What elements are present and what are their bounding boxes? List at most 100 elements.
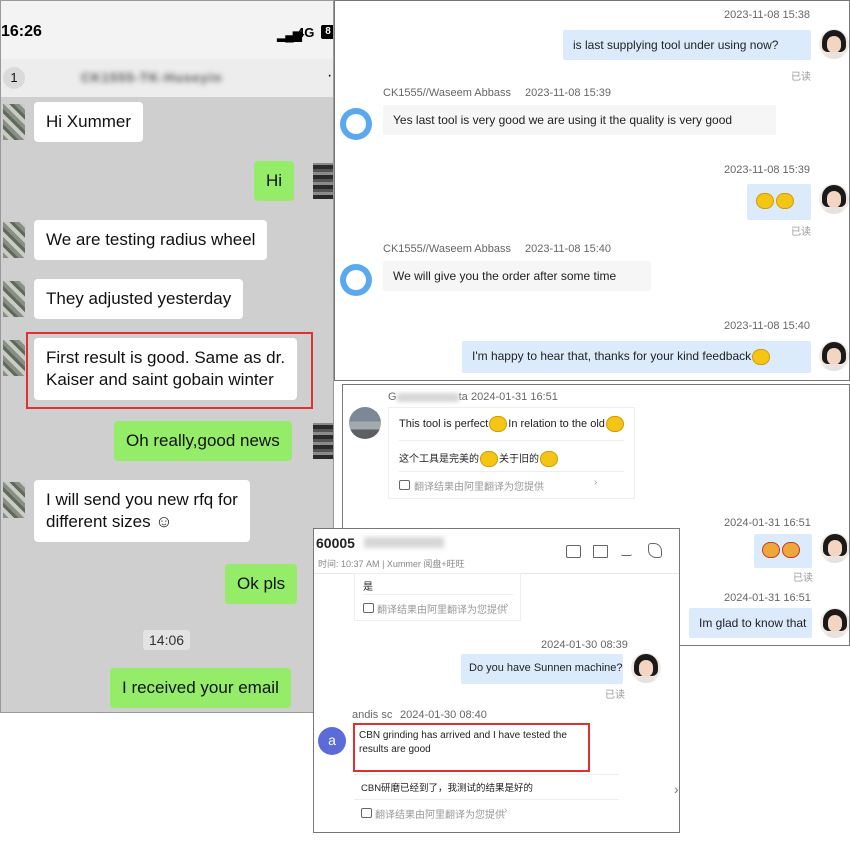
sender-name: CK1555//Waseem Abbass bbox=[383, 87, 511, 99]
user-avatar bbox=[819, 29, 849, 59]
message-time: 2024-01-30 08:40 bbox=[400, 709, 487, 721]
laugh-emoji-icon bbox=[762, 542, 780, 558]
message-incoming-card: This tool is perfect In relation to the o… bbox=[388, 407, 635, 499]
my-avatar bbox=[313, 163, 333, 199]
message-outgoing: is last supplying tool under using now? bbox=[563, 30, 811, 60]
message-text: This tool is perfect bbox=[399, 417, 489, 430]
edit-icon[interactable] bbox=[593, 545, 608, 558]
chat-title: 60005 bbox=[316, 535, 355, 551]
message-line: results are good bbox=[359, 744, 431, 755]
message-zh: CBN研磨已经到了，我测试的结果是好的 bbox=[361, 783, 534, 794]
message-time: 2023-11-08 15:39 bbox=[525, 87, 612, 99]
message-time: 2023-11-08 15:40 bbox=[724, 320, 811, 332]
message-time: 2023-11-08 15:40 bbox=[525, 243, 612, 255]
user-avatar bbox=[820, 608, 849, 638]
message-zh: 这个工具是完美的 关于旧的 bbox=[399, 450, 559, 468]
search-list-icon[interactable] bbox=[621, 546, 632, 556]
translate-arrow-icon[interactable]: › bbox=[504, 805, 507, 816]
divider bbox=[363, 594, 513, 595]
user-avatar bbox=[631, 653, 661, 683]
sender-name: CK1555//Waseem Abbass bbox=[383, 243, 511, 255]
message-text: 关于旧的 bbox=[499, 454, 539, 465]
phone-call-icon[interactable] bbox=[648, 543, 662, 558]
divider bbox=[399, 471, 624, 472]
divider bbox=[354, 799, 619, 800]
message-incoming: Hi Xummer bbox=[34, 102, 144, 142]
translate-icon bbox=[399, 480, 410, 490]
user-avatar bbox=[819, 184, 849, 214]
contact-avatar bbox=[3, 281, 25, 317]
contact-avatar bbox=[3, 104, 25, 140]
message-incoming: CBN grinding has arrived and I have test… bbox=[359, 729, 567, 757]
blurred-name bbox=[364, 537, 444, 548]
thumbs-up-emoji-icon bbox=[540, 451, 558, 468]
translate-icon bbox=[361, 808, 372, 818]
time-divider: 14:06 bbox=[143, 630, 191, 650]
message-line: First result is good. Same as dr. bbox=[46, 348, 286, 367]
translate-note: 翻译结果由阿里翻译为您提供 bbox=[414, 482, 544, 493]
message-line: CBN grinding has arrived and I have test… bbox=[359, 730, 567, 741]
message-outgoing: I'm happy to hear that, thanks for your … bbox=[462, 341, 811, 373]
message-text: 这个工具是完美的 bbox=[399, 454, 479, 465]
thumbs-up-emoji-icon bbox=[605, 416, 624, 432]
chat-subtitle: 时间: 10:37 AM | Xummer 阅盘+旺旺 bbox=[318, 559, 465, 569]
message-outgoing: Im glad to know that bbox=[689, 608, 812, 638]
translate-note: 翻译结果由阿里翻译为您提供 bbox=[375, 810, 505, 821]
subtitle-label: 时间: bbox=[318, 559, 339, 569]
battery-icon: 8 bbox=[321, 25, 333, 39]
message-en: This tool is perfect In relation to the o… bbox=[399, 416, 625, 432]
message-time: 2024-01-31 16:51 bbox=[724, 517, 811, 529]
read-status: 已读 bbox=[793, 573, 813, 584]
message-outgoing: Oh really,good news bbox=[114, 421, 292, 461]
desktop-chat-panel-1: 2023-11-08 15:38 is last supplying tool … bbox=[334, 0, 850, 381]
message-text: I'm happy to hear that, thanks for your … bbox=[472, 349, 752, 364]
message-line: Kaiser and saint gobain winter bbox=[46, 370, 274, 389]
divider bbox=[354, 774, 619, 775]
message-text: In relation to the old bbox=[508, 417, 605, 430]
sender-name-start: G bbox=[388, 391, 397, 403]
message-outgoing-emoji bbox=[754, 534, 812, 568]
message-text: 是 bbox=[363, 582, 373, 593]
phone-chat-screenshot: 16:26 ▂▄▆ 4G 8 1 CK1555-TK-Huseyin · Hi … bbox=[0, 0, 334, 713]
message-outgoing: Ok pls bbox=[225, 564, 298, 604]
contact-avatar bbox=[3, 482, 25, 518]
grin-emoji-icon bbox=[776, 193, 794, 209]
translate-arrow-icon[interactable]: › bbox=[594, 477, 597, 488]
message-outgoing: Do you have Sunnen machine? bbox=[461, 654, 623, 684]
message-time: 2024-01-31 16:51 bbox=[724, 592, 811, 604]
user-avatar bbox=[819, 341, 849, 371]
desktop-chat-panel-3: 60005 时间: 10:37 AM | Xummer 阅盘+旺旺 是 翻译结果… bbox=[313, 528, 680, 833]
message-outgoing-emoji bbox=[747, 184, 811, 220]
subtitle-time: 10:37 AM bbox=[341, 559, 380, 569]
message-time: 2024-01-31 16:51 bbox=[471, 391, 558, 403]
network-label: 4G bbox=[297, 25, 315, 40]
sender-name: andis sc bbox=[352, 709, 393, 721]
contact-avatar bbox=[3, 222, 25, 258]
my-avatar bbox=[313, 423, 333, 459]
contact-avatar bbox=[3, 340, 25, 376]
message-line: I will send you new rfq for bbox=[46, 490, 238, 509]
status-time: 16:26 bbox=[1, 23, 42, 40]
status-bar: 16:26 ▂▄▆ 4G 8 bbox=[1, 1, 333, 59]
contact-title: CK1555-TK-Huseyin bbox=[81, 70, 223, 85]
message-time: 2023-11-08 15:39 bbox=[724, 164, 811, 176]
message-incoming: We will give you the order after some ti… bbox=[383, 261, 651, 291]
translate-arrow-icon[interactable]: › bbox=[505, 600, 508, 611]
side-arrow-icon[interactable]: › bbox=[674, 781, 679, 797]
contact-avatar bbox=[349, 407, 381, 439]
message-incoming: Yes last tool is very good we are using … bbox=[383, 105, 776, 135]
message-incoming: I will send you new rfq for different si… bbox=[34, 480, 250, 542]
add-chat-icon[interactable] bbox=[566, 545, 581, 558]
back-unread-badge[interactable]: 1 bbox=[3, 67, 25, 89]
handshake-emoji-icon bbox=[752, 349, 771, 365]
sender-name: Gta bbox=[388, 391, 468, 403]
laugh-emoji-icon bbox=[782, 542, 800, 558]
read-status: 已读 bbox=[605, 690, 625, 701]
more-icon[interactable]: · bbox=[327, 67, 332, 85]
user-avatar bbox=[820, 533, 849, 563]
divider bbox=[399, 440, 624, 441]
message-incoming-card: 是 翻译结果由阿里翻译为您提供 › bbox=[354, 573, 521, 621]
contact-avatar bbox=[340, 108, 372, 140]
read-status: 已读 bbox=[791, 72, 811, 83]
message-time: 2024-01-30 08:39 bbox=[541, 639, 628, 651]
